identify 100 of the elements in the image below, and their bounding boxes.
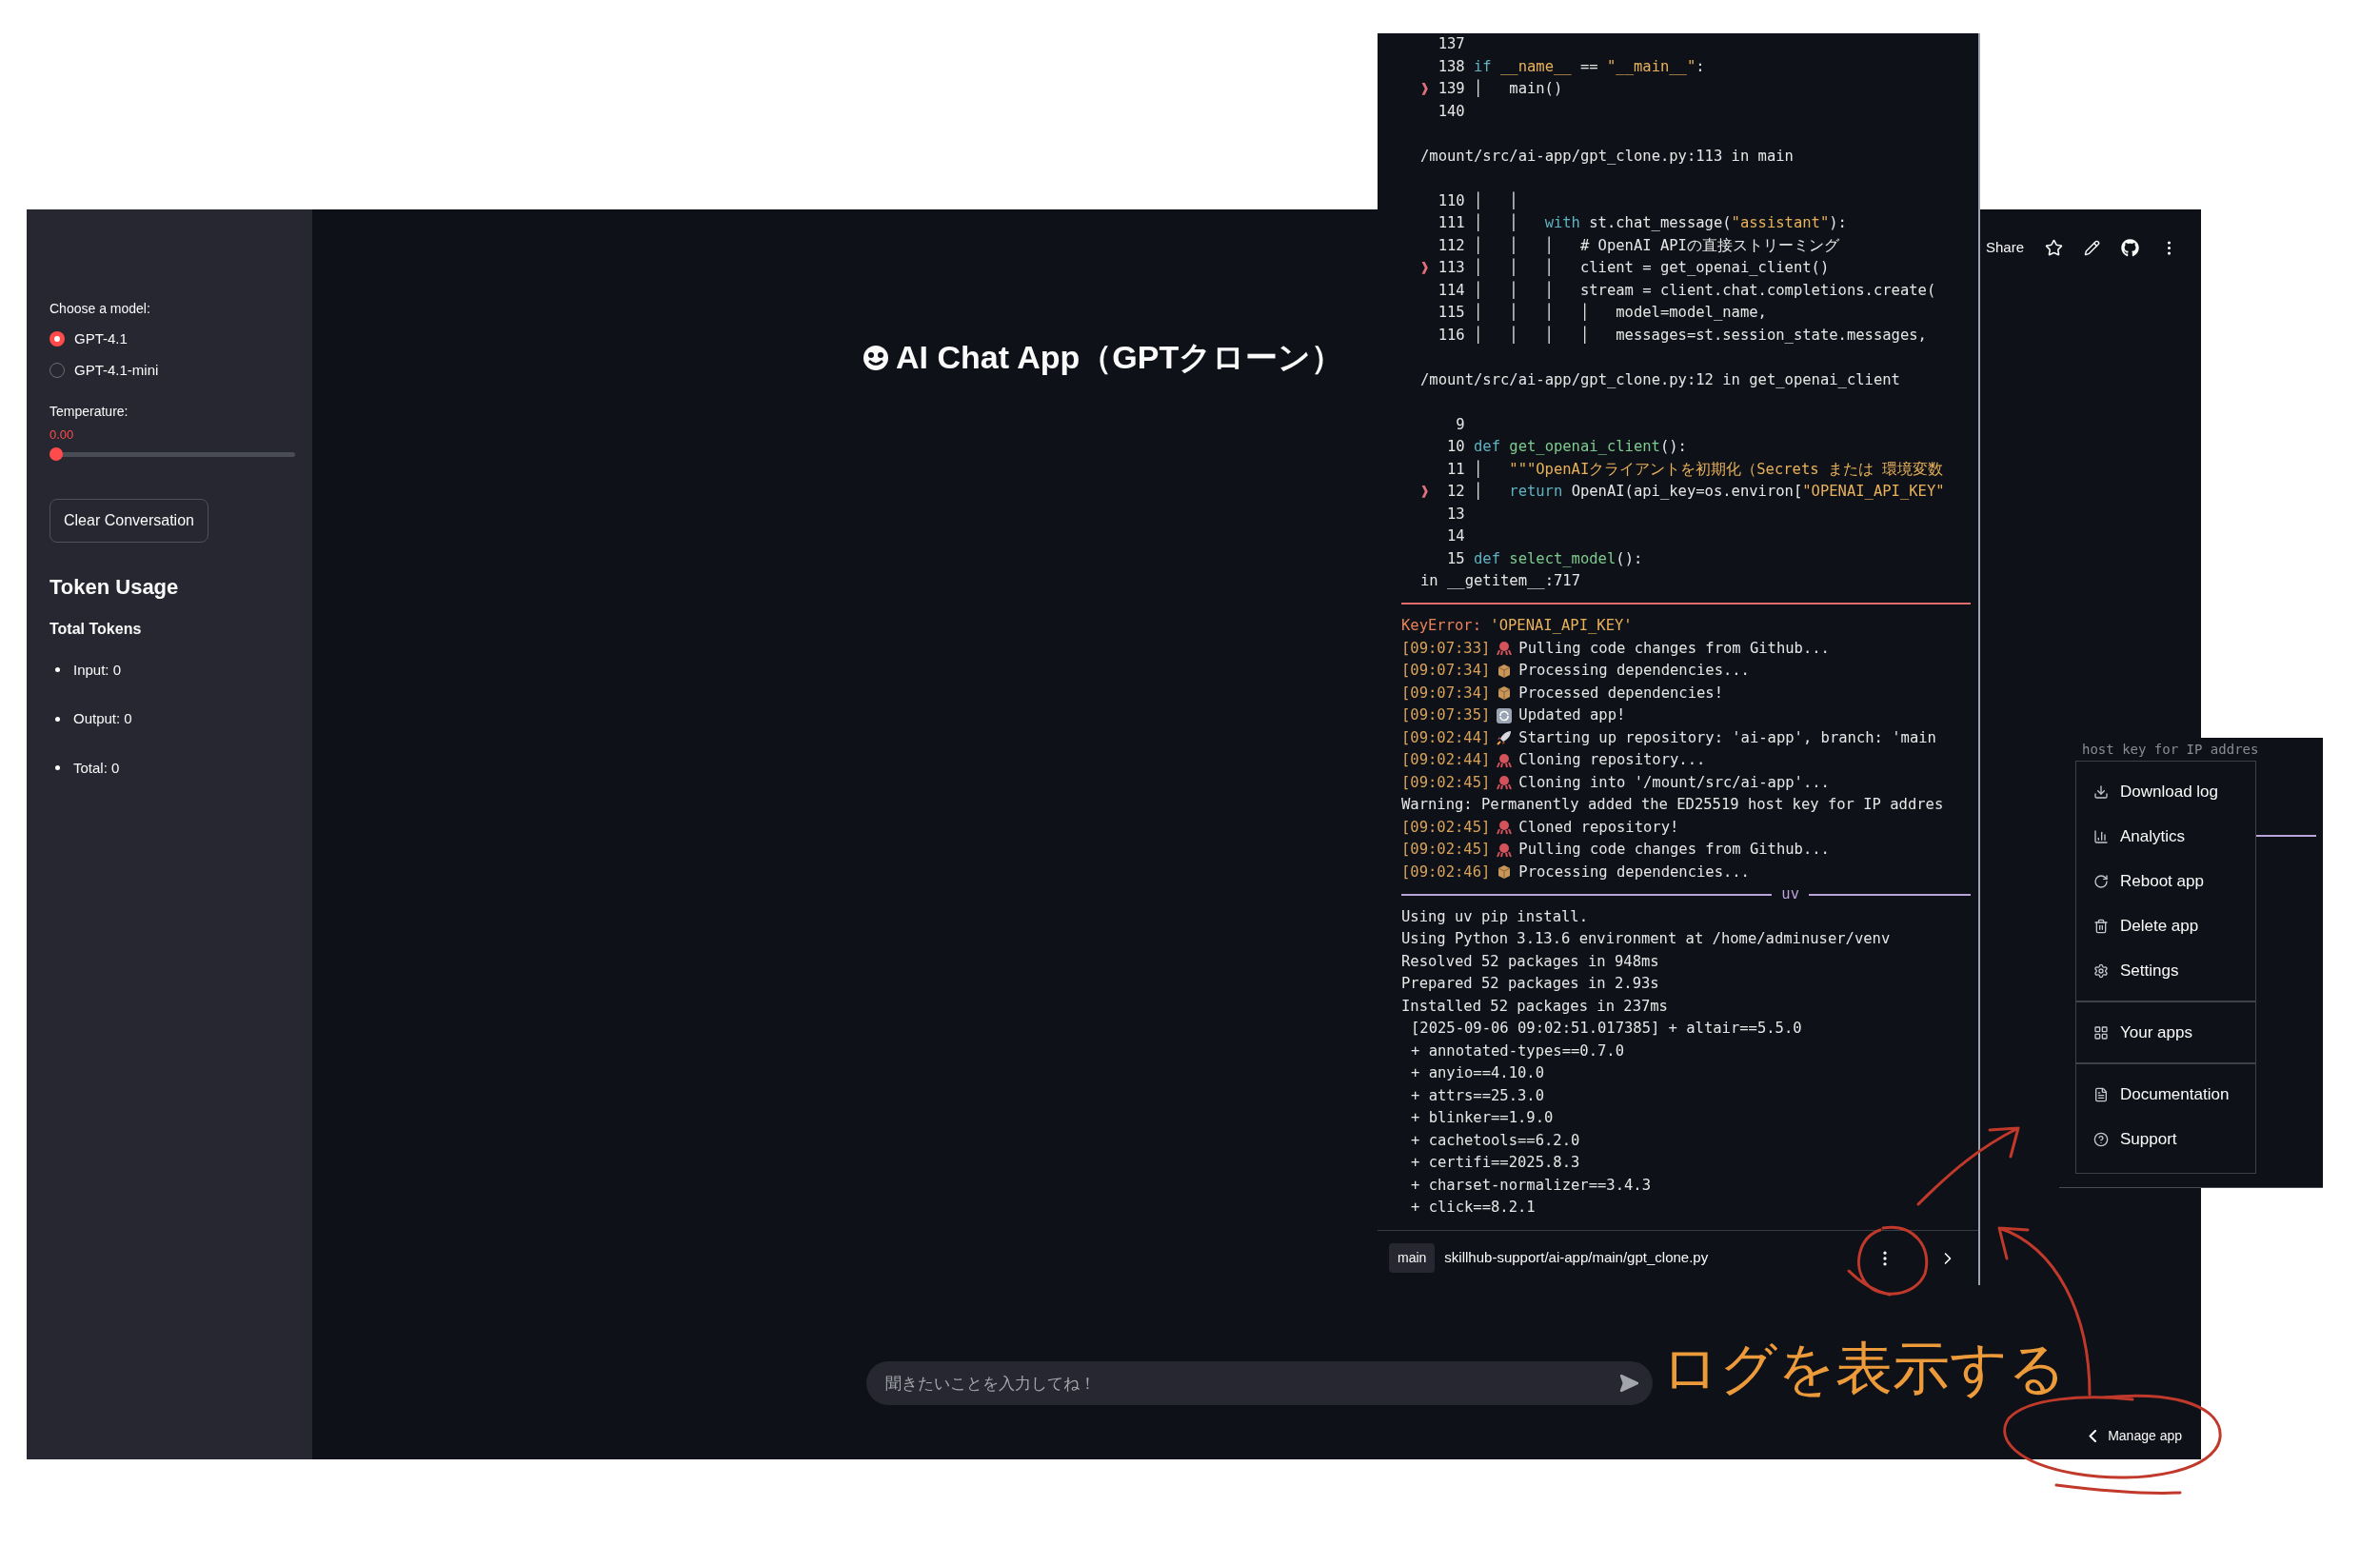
menu-item[interactable]: Support (2076, 1117, 2255, 1161)
log-line: + cachetools==6.2.0 (1410, 1130, 1581, 1151)
menu-item[interactable]: Download log (2076, 769, 2255, 814)
log-line: + blinker==1.9.0 (1410, 1108, 1555, 1128)
code-line: 137 (1438, 34, 1466, 54)
log-line: + attrs==25.3.0 (1410, 1085, 1545, 1106)
code-line: 139 │ main() (1438, 78, 1563, 99)
refresh-icon (2093, 873, 2109, 889)
chevron-icon (2089, 1430, 2097, 1442)
log-line: [2025-09-06 09:02:51.017385] + altair==5.5.0 (1410, 1019, 1803, 1039)
log-message: Pulling code changes from Github... (1518, 638, 1830, 659)
file-path: skillhub-support/ai-app/main/gpt_clone.py (1444, 1248, 1709, 1268)
menu-item[interactable]: Your apps (2076, 1010, 2255, 1055)
code-line: 111 │ │ with st.chat_message("assistant"): (1438, 212, 1847, 233)
log-message: Updated app! (1518, 705, 1626, 725)
log-line: Using Python 3.13.6 environment at /home/adminuser/venv (1401, 929, 1892, 949)
log-line: + certifi==2025.8.3 (1410, 1153, 1581, 1173)
log-message: Starting up repository: 'ai-app', branch: 'main (1518, 727, 1936, 748)
manage-app-button[interactable]: Manage app (2089, 1426, 2182, 1446)
token-usage-heading: Token Usage (50, 573, 180, 601)
log-message: Cloned repository! (1518, 817, 1679, 838)
log-line: Installed 52 packages in 237ms (1401, 996, 1669, 1017)
share-button[interactable]: Share (1985, 236, 2024, 259)
code-line: 12 │ return OpenAI(api_key=os.environ["OPENAI_API_KEY" (1445, 481, 1945, 502)
log-timestamp: [09:02:45] (1401, 817, 1491, 838)
log-message: Processing dependencies... (1518, 862, 1750, 882)
page-title: AI Chat App（GPTクローン） (896, 338, 1344, 377)
log-timestamp: [09:07:34] (1401, 683, 1491, 704)
help-icon (2093, 1131, 2109, 1147)
code-line: 112 │ │ │ # OpenAI APIの直接ストリーミング (1438, 235, 1839, 256)
code-line: 140 (1438, 101, 1466, 122)
log-message: Pulling code changes from Github... (1518, 840, 1830, 860)
branch-tag: main (1389, 1243, 1436, 1273)
octopus-icon (1497, 775, 1513, 791)
code-line: 114 │ │ │ stream = client.chat.completions.create( (1438, 280, 1936, 301)
code-line: 10 def get_openai_client(): (1445, 437, 1687, 457)
log-line: Prepared 52 packages in 2.93s (1401, 974, 1660, 994)
grid-icon (2093, 1024, 2109, 1041)
log-message: Cloning repository... (1518, 750, 1706, 770)
send-icon[interactable] (1618, 1373, 1639, 1394)
edit-icon[interactable] (2084, 239, 2100, 256)
log-line: Using uv pip install. (1401, 906, 1589, 927)
code-line: 110 │ │ (1438, 190, 1518, 211)
document-icon (2093, 1086, 2109, 1102)
error-marker: ❱ (1420, 483, 1430, 500)
package-icon (1497, 663, 1513, 679)
trash-icon (2093, 918, 2109, 934)
chat-input[interactable]: 聞きたいことを入力してね！ (866, 1361, 1653, 1405)
menu-item[interactable]: Analytics (2076, 814, 2255, 859)
code-line: 15 def select_model(): (1445, 548, 1643, 569)
octopus-icon (1497, 641, 1513, 657)
log-line: + annotated-types==0.7.0 (1410, 1041, 1625, 1061)
code-line: 115 │ │ │ │ model=model_name, (1438, 302, 1767, 323)
log-message: Processed dependencies! (1518, 683, 1723, 704)
trace-path: in __getitem__:717 (1419, 571, 1581, 591)
temperature-slider[interactable] (50, 446, 295, 461)
package-icon (1497, 864, 1513, 881)
menu-item[interactable]: Delete app (2076, 903, 2255, 948)
menu-item[interactable]: Settings (2076, 948, 2255, 993)
octopus-icon (1497, 842, 1513, 858)
log-line: Resolved 52 packages in 948ms (1401, 951, 1660, 972)
log-timestamp: [09:02:45] (1401, 840, 1491, 860)
settings-icon (2093, 962, 2109, 979)
download-icon (2093, 783, 2109, 800)
trace-path: /mount/src/ai-app/gpt_clone.py:113 in main (1419, 146, 1795, 167)
log-message: Processing dependencies... (1518, 661, 1750, 681)
annotation-text: ログを表示する (1661, 1334, 2066, 1403)
token-count: Input: 0 (50, 659, 289, 681)
rocket-icon (1497, 730, 1513, 746)
error-marker: ❱ (1420, 80, 1430, 97)
code-line: 14 (1445, 526, 1466, 546)
token-count: Total: 0 (50, 757, 289, 779)
code-line: 113 │ │ │ client = get_openai_client() (1438, 257, 1830, 278)
log-line: + anyio==4.10.0 (1410, 1063, 1545, 1083)
clear-conversation-button[interactable]: Clear Conversation (50, 498, 208, 543)
octopus-icon (1497, 752, 1513, 768)
log-line: Warning: Permanently added the ED25519 host key for IP addres (1401, 795, 1945, 815)
log-message: Cloning into '/mount/src/ai-app'... (1518, 772, 1830, 793)
model-radio[interactable]: GPT-4.1 (50, 328, 289, 350)
code-line: 138 if __name__ == "__main__": (1438, 56, 1705, 77)
model-radio[interactable]: GPT-4.1-mini (50, 359, 289, 381)
log-timestamp: [09:02:44] (1401, 750, 1491, 770)
error-marker: ❱ (1420, 259, 1430, 276)
log-timestamp: [09:02:45] (1401, 772, 1491, 793)
log-line: + click==8.2.1 (1410, 1198, 1537, 1218)
menu-item[interactable]: Documentation (2076, 1072, 2255, 1117)
github-icon[interactable] (2121, 238, 2139, 257)
star-icon[interactable] (2045, 238, 2063, 257)
menu-item[interactable]: Reboot app (2076, 859, 2255, 903)
log-timestamp: [09:02:44] (1401, 727, 1491, 748)
code-line: 9 (1455, 414, 1466, 435)
package-icon (1497, 685, 1513, 702)
log-timestamp: [09:02:46] (1401, 862, 1491, 882)
total-tokens-label: Total Tokens (50, 619, 143, 639)
log-timestamp: [09:07:33] (1401, 638, 1491, 659)
smiley-icon (862, 343, 890, 372)
log-timestamp: [09:07:34] (1401, 661, 1491, 681)
refresh-icon (1497, 707, 1513, 723)
code-line: 116 │ │ │ │ messages=st.session_state.messages, (1438, 325, 1927, 346)
code-line: 13 (1445, 504, 1466, 525)
